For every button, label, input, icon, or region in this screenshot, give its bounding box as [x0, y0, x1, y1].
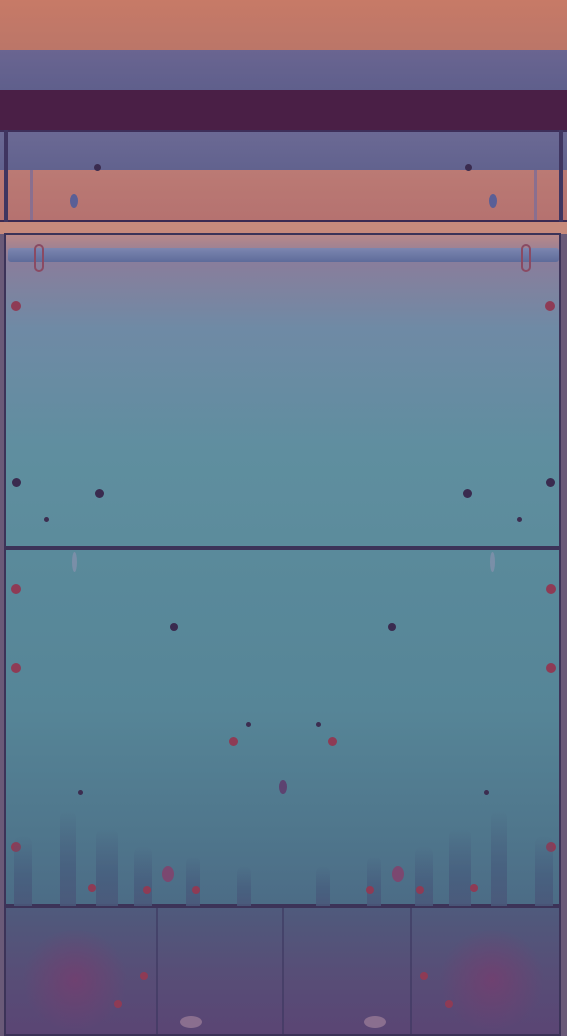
middle-small-left-dot [246, 722, 251, 727]
silhouette-right-3 [449, 828, 471, 906]
bottom-row-dot-1 [88, 884, 96, 892]
middle-inner-right-mark [388, 623, 396, 631]
silhouette-right-6 [316, 866, 330, 906]
bottom-center-seam [282, 908, 284, 1034]
upper-inner-right-dot [463, 489, 472, 498]
upper-left-dark-dot [12, 478, 21, 487]
bottom-panel-dot-right-2 [445, 1000, 453, 1008]
slate-band [0, 50, 567, 90]
upper-inner-left-dot [95, 489, 104, 498]
middle-left-red-dot-2 [11, 663, 21, 673]
upper-small-right-dot [517, 517, 522, 522]
upper-right-red-dot [545, 301, 555, 311]
upper-panel [4, 233, 561, 548]
top-salmon-band [0, 0, 567, 50]
right-hook [521, 244, 531, 272]
silhouette-right-5 [367, 856, 381, 906]
upper-left-red-dot [11, 301, 21, 311]
bottom-stain-right [437, 930, 547, 1030]
bottom-panel-dot-left-1 [140, 972, 148, 980]
bottom-shape-right [364, 1016, 386, 1028]
middle-small-right-dot [316, 722, 321, 727]
silhouette-left-6 [237, 866, 251, 906]
bottom-seam-left [156, 908, 158, 1034]
bottom-row-dot-4 [366, 886, 374, 894]
shelf-drip-right [489, 194, 497, 208]
middle-center-right-dot [328, 737, 337, 746]
silhouette-left-1 [14, 836, 32, 906]
right-shelf-post [559, 130, 563, 222]
bottom-leaf-left [162, 866, 174, 882]
silhouette-right-2 [491, 810, 507, 906]
silhouette-right-1 [535, 836, 553, 906]
bottom-stain-left [20, 930, 130, 1030]
right-inner-post [534, 170, 537, 220]
middle-center-left-dot [229, 737, 238, 746]
shelf-mark-right [465, 164, 472, 171]
middle-small-far-right-dot [484, 790, 489, 795]
shelf-mark-left [94, 164, 101, 171]
upper-shelf-band [0, 130, 567, 172]
middle-right-red-dot-2 [546, 663, 556, 673]
middle-left-red-dot-1 [11, 584, 21, 594]
middle-drip-left [72, 552, 77, 572]
bottom-row-dot-2 [143, 886, 151, 894]
bottom-row-dot-5 [416, 886, 424, 894]
silhouette-right-4 [415, 846, 433, 906]
middle-center-mark [279, 780, 287, 794]
hanging-rail [8, 248, 559, 262]
left-inner-post [30, 170, 33, 220]
upper-small-left-dot [44, 517, 49, 522]
bottom-row-dot-3 [192, 886, 200, 894]
left-shelf-post [4, 130, 8, 222]
middle-small-far-left-dot [78, 790, 83, 795]
silhouette-left-2 [60, 810, 76, 906]
bottom-panel-dot-left-2 [114, 1000, 122, 1008]
middle-inner-left-mark [170, 623, 178, 631]
middle-panel [4, 548, 561, 906]
bottom-leaf-right [392, 866, 404, 882]
bottom-shape-left [180, 1016, 202, 1028]
dark-plum-band [0, 90, 567, 130]
bottom-panel-dot-right-1 [420, 972, 428, 980]
upper-right-dark-dot [546, 478, 555, 487]
silhouette-left-5 [186, 856, 200, 906]
bottom-seam-right [410, 908, 412, 1034]
silhouette-left-3 [96, 828, 118, 906]
silhouette-left-4 [134, 846, 152, 906]
salmon-shelf-band [0, 170, 567, 222]
middle-right-red-dot-1 [546, 584, 556, 594]
abstract-image [0, 0, 567, 1036]
bottom-row-dot-6 [470, 884, 478, 892]
left-hook [34, 244, 44, 272]
shelf-drip-left [70, 194, 78, 208]
middle-drip-right [490, 552, 495, 572]
